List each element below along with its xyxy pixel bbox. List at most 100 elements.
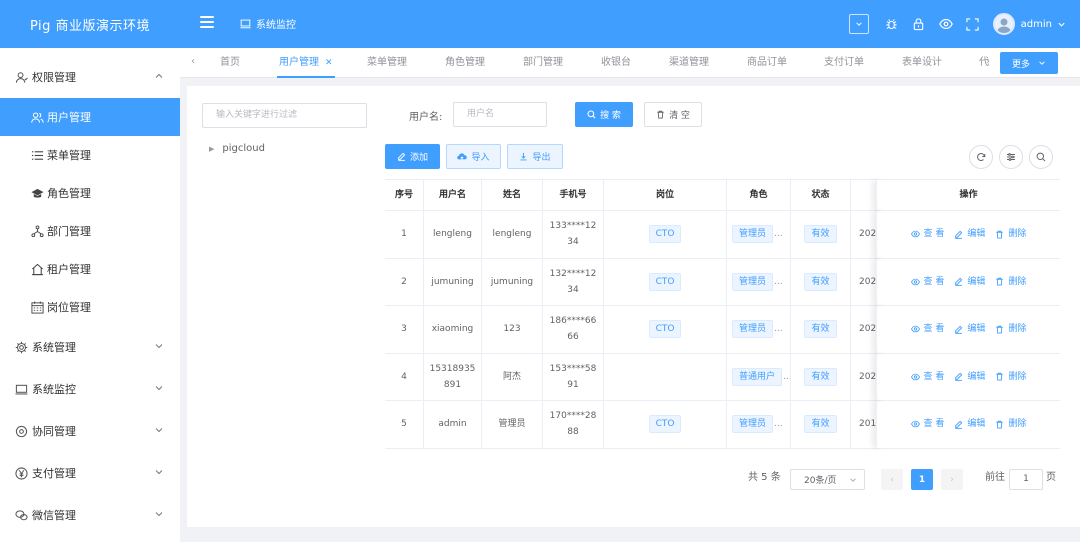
tab-roles[interactable]: 角色管理 (443, 48, 487, 78)
tab-home[interactable]: 首页 (218, 48, 242, 78)
sidebar-item-label: 角色管理 (47, 187, 91, 200)
tab-users[interactable]: 用户管理 ✕ (277, 48, 335, 78)
phone-part: 91 (567, 379, 579, 390)
sidebar-item-roles[interactable]: 角色管理 (0, 174, 180, 212)
tree-filter-input[interactable]: 输入关键字进行过滤 (202, 103, 367, 128)
view-link[interactable]: 查 看 (910, 321, 944, 337)
phone-part: 133****12 (549, 221, 597, 232)
sidebar-group-permission[interactable]: 权限管理 (0, 56, 180, 98)
next-page-button[interactable]: › (941, 469, 963, 490)
dropdown-icon[interactable] (848, 14, 869, 34)
sidebar-item-posts[interactable]: 岗位管理 (0, 288, 180, 326)
bug-icon[interactable] (884, 16, 900, 32)
clear-button[interactable]: 清 空 (644, 102, 702, 127)
sidebar-item-depts[interactable]: 部门管理 (0, 212, 180, 250)
role-tag: 管理员 (732, 415, 774, 434)
more-tabs-button[interactable]: 更多 (1000, 52, 1058, 74)
main-card: 输入关键字进行过滤 ▶ pigcloud 用户名: 用户名 搜 索 清 空 添加… (187, 86, 1080, 527)
view-link[interactable]: 查 看 (910, 274, 944, 290)
tab-pay-orders[interactable]: 支付订单 (822, 48, 866, 78)
sidebar-group-system[interactable]: 系统管理 (0, 326, 180, 368)
sidebar-item-label: 用户管理 (47, 111, 91, 124)
goto-page-input[interactable]: 1 (1009, 469, 1043, 490)
avatar[interactable] (992, 13, 1015, 35)
eye-icon[interactable] (938, 16, 954, 32)
tab-depts[interactable]: 部门管理 (521, 48, 565, 78)
app-title[interactable]: Pig 商业版演示环境 (0, 0, 180, 48)
cell-time: 2022 (851, 353, 877, 400)
hamburger-icon[interactable] (200, 16, 214, 28)
edit-link[interactable]: 编辑 (954, 321, 985, 337)
chevron-up-icon (155, 73, 163, 78)
sidebar-item-label: 部门管理 (47, 225, 91, 238)
chevron-right-icon[interactable]: › (986, 56, 990, 67)
sidebar-item-tenants[interactable]: 租户管理 (0, 250, 180, 288)
tab-form-design[interactable]: 表单设计 (900, 48, 944, 78)
cell-actions: 查 看 编辑 删除 (877, 354, 1060, 401)
col-header-role: 角色 (727, 180, 791, 210)
export-button[interactable]: 导出 (507, 144, 563, 169)
delete-link[interactable]: 删除 (995, 274, 1026, 290)
toggle-search-button[interactable] (1029, 145, 1053, 169)
status-badge: 有效 (804, 415, 837, 434)
role-tag: 普通用户 (732, 367, 783, 386)
cell-post: CTO (604, 306, 727, 353)
dept-tree-node[interactable]: ▶ pigcloud (209, 143, 265, 154)
table-body: 1 lengleng lengleng 133****12 34 CTO 管理员... 有效 2… (385, 211, 1060, 449)
breadcrumb[interactable]: 系统监控 (240, 16, 296, 31)
edit-label: 编辑 (967, 419, 986, 430)
lock-icon[interactable] (911, 16, 927, 32)
sidebar-group-label: 支付管理 (32, 467, 76, 480)
refresh-button[interactable] (969, 145, 993, 169)
edit-link[interactable]: 编辑 (954, 226, 985, 242)
view-link[interactable]: 查 看 (910, 369, 945, 385)
delete-link[interactable]: 删除 (995, 226, 1026, 242)
edit-link[interactable]: 编辑 (954, 416, 985, 432)
edit-label: 编辑 (967, 229, 986, 240)
delete-link[interactable]: 删除 (995, 321, 1026, 337)
search-button-label: 搜 索 (600, 111, 621, 121)
username-label[interactable]: admin (1021, 19, 1052, 30)
edit-link[interactable]: 编辑 (954, 369, 985, 385)
delete-link[interactable]: 删除 (995, 416, 1026, 432)
view-link[interactable]: 查 看 (910, 226, 944, 242)
delete-label: 删除 (1008, 276, 1027, 287)
page-number-current[interactable]: 1 (911, 469, 933, 490)
column-settings-button[interactable] (999, 145, 1023, 169)
cell-actions: 查 看 编辑 删除 (877, 401, 1060, 448)
import-button[interactable]: 导入 (446, 144, 501, 169)
ellipsis: ... (774, 324, 783, 335)
phone-part: 132****12 (549, 268, 597, 279)
search-button[interactable]: 搜 索 (575, 102, 633, 127)
sidebar-group-pay[interactable]: 支付管理 (0, 452, 180, 494)
sidebar: Pig 商业版演示环境 权限管理 用户管理 菜单管理 角色管理 部门管理 租户管… (0, 0, 180, 542)
edit-icon (955, 325, 963, 334)
cell-post (604, 353, 727, 400)
sidebar-item-menus[interactable]: 菜单管理 (0, 136, 180, 174)
sidebar-group-collab[interactable]: 协同管理 (0, 410, 180, 452)
caret-right-icon[interactable]: ▶ (209, 145, 214, 153)
tab-goods-orders[interactable]: 商品订单 (745, 48, 789, 78)
sidebar-group-monitor[interactable]: 系统监控 (0, 368, 180, 410)
tab-menus[interactable]: 菜单管理 (365, 48, 409, 78)
sidebar-group-wechat[interactable]: 微信管理 (0, 494, 180, 536)
prev-page-button[interactable]: ‹ (881, 469, 903, 490)
user-table: 序号 用户名 姓名 手机号 岗位 角色 状态 操作 1 lengleng lengl… (385, 179, 1060, 449)
delete-link[interactable]: 删除 (995, 369, 1026, 385)
close-icon[interactable]: ✕ (325, 58, 333, 68)
cloud-upload-icon (457, 153, 468, 161)
chevron-left-icon[interactable]: ‹ (191, 56, 195, 67)
chevron-down-icon[interactable] (1057, 20, 1066, 29)
view-link[interactable]: 查 看 (910, 416, 944, 432)
edit-link[interactable]: 编辑 (954, 274, 985, 290)
tab-channels[interactable]: 渠道管理 (667, 48, 711, 78)
wechat-icon (14, 508, 28, 522)
cell-post: CTO (604, 401, 727, 448)
username-search-input[interactable]: 用户名 (453, 102, 547, 127)
fullscreen-icon[interactable] (965, 16, 981, 32)
page-size-select[interactable]: 20条/页 (790, 469, 865, 490)
view-label: 查 看 (923, 371, 945, 382)
tab-cashier[interactable]: 收银台 (599, 48, 633, 78)
sidebar-item-users[interactable]: 用户管理 (0, 98, 180, 136)
add-user-button[interactable]: 添加 (385, 144, 440, 169)
